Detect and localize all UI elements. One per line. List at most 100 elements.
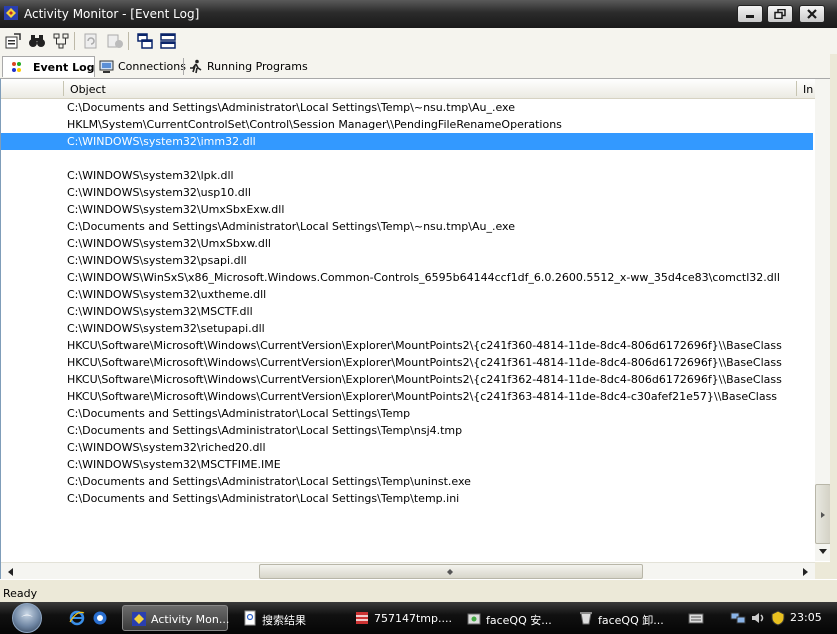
vertical-scrollbar[interactable] — [815, 79, 831, 561]
row-object-path: C:\WINDOWS\system32\UmxSbxExw.dll — [67, 203, 285, 216]
column-header-blank[interactable] — [1, 79, 63, 98]
security-shield-icon[interactable] — [770, 610, 786, 626]
row-object-path: C:\WINDOWS\system32\setupapi.dll — [67, 322, 265, 335]
table-row[interactable]: C:\WINDOWS\system32\uxtheme.dll — [1, 286, 813, 303]
table-row[interactable]: C:\WINDOWS\system32\usp10.dll — [1, 184, 813, 201]
scroll-down-arrow-icon[interactable] — [818, 547, 828, 555]
close-button[interactable] — [799, 5, 825, 23]
list-rows: C:\Documents and Settings\Administrator\… — [1, 99, 813, 507]
title-bar[interactable]: Activity Monitor - [Event Log] — [0, 0, 837, 28]
scroll-left-arrow-icon[interactable] — [7, 567, 15, 577]
table-row[interactable]: C:\WINDOWS\system32\MSCTF.dll — [1, 303, 813, 320]
table-row[interactable]: HKCU\Software\Microsoft\Windows\CurrentV… — [1, 337, 813, 354]
cascade-view-icon[interactable] — [136, 32, 154, 50]
table-row[interactable]: C:\WINDOWS\system32\riched20.dll — [1, 439, 813, 456]
connections-icon — [99, 60, 114, 73]
row-object-path: C:\Documents and Settings\Administrator\… — [67, 424, 463, 437]
running-man-icon — [190, 59, 202, 74]
close-icon — [807, 9, 817, 19]
table-row[interactable]: C:\Documents and Settings\Administrator\… — [1, 405, 813, 422]
taskbar-item-activity-monitor[interactable]: Activity Mon... — [122, 605, 229, 631]
table-row[interactable]: C:\WINDOWS\system32\imm32.dll — [1, 133, 813, 150]
row-object-path: C:\Documents and Settings\Administrator\… — [67, 475, 471, 488]
window-title: Activity Monitor - [Event Log] — [24, 7, 200, 21]
minimize-icon — [746, 15, 754, 18]
toolbar-separator — [128, 32, 129, 50]
table-row[interactable]: C:\Documents and Settings\Administrator\… — [1, 99, 813, 116]
refresh-icon[interactable] — [82, 32, 100, 50]
row-object-path: C:\WINDOWS\system32\riched20.dll — [67, 441, 266, 454]
table-row[interactable]: HKCU\Software\Microsoft\Windows\CurrentV… — [1, 388, 813, 405]
row-object-path: C:\WINDOWS\system32\usp10.dll — [67, 186, 251, 199]
table-row[interactable]: C:\WINDOWS\system32\psapi.dll — [1, 252, 813, 269]
table-row[interactable]: C:\WINDOWS\system32\MSCTFIME.IME — [1, 456, 813, 473]
app-icon — [132, 612, 146, 626]
table-row[interactable]: HKCU\Software\Microsoft\Windows\CurrentV… — [1, 371, 813, 388]
minimize-button[interactable] — [737, 5, 763, 23]
export-icon[interactable] — [106, 32, 124, 50]
setup-icon — [467, 613, 481, 625]
tile-view-icon[interactable] — [159, 32, 177, 50]
taskbar-item-757147tmp[interactable]: 757147tmp.... — [346, 605, 452, 631]
list-header: Object In — [1, 79, 815, 99]
status-text: Ready — [3, 587, 38, 600]
clock: 23:05 — [790, 611, 822, 624]
table-row[interactable]: C:\Documents and Settings\Administrator\… — [1, 473, 813, 490]
row-object-path: C:\Documents and Settings\Administrator\… — [67, 220, 515, 233]
taskbar: Activity Mon... 搜索结果 757147tmp.... faceQ… — [0, 602, 837, 634]
column-header-object[interactable]: Object — [63, 79, 796, 98]
row-object-path: C:\WINDOWS\system32\uxtheme.dll — [67, 288, 267, 301]
tab-connections[interactable]: Connections — [96, 56, 186, 77]
event-log-list[interactable]: Object In C:\Documents and Settings\Admi… — [0, 79, 831, 580]
row-object-path: C:\Documents and Settings\Administrator\… — [67, 407, 411, 420]
properties-icon[interactable] — [4, 32, 22, 50]
table-row[interactable]: C:\Documents and Settings\Administrator\… — [1, 422, 813, 439]
table-row[interactable]: HKLM\System\CurrentControlSet\Control\Se… — [1, 116, 813, 133]
filter-tree-icon[interactable] — [52, 32, 70, 50]
row-object-path: C:\WINDOWS\system32\psapi.dll — [67, 254, 247, 267]
tab-event-log[interactable]: Event Log — [2, 56, 95, 77]
window-border — [830, 54, 837, 602]
table-row[interactable] — [1, 150, 813, 167]
row-object-path: C:\WINDOWS\system32\MSCTF.dll — [67, 305, 253, 318]
table-row[interactable]: C:\WINDOWS\system32\UmxSbxw.dll — [1, 235, 813, 252]
volume-icon[interactable] — [750, 610, 766, 626]
table-row[interactable]: C:\WINDOWS\system32\lpk.dll — [1, 167, 813, 184]
event-log-icon — [12, 62, 21, 72]
toolbar-separator — [74, 32, 75, 50]
status-bar: Ready — [0, 579, 837, 603]
document-search-icon — [244, 610, 256, 626]
grip-icon — [821, 512, 825, 518]
table-row[interactable]: C:\WINDOWS\WinSxS\x86_Microsoft.Windows.… — [1, 269, 813, 286]
horizontal-scrollbar[interactable] — [1, 562, 815, 580]
row-object-path: C:\Documents and Settings\Administrator\… — [67, 101, 515, 114]
network-icon[interactable] — [730, 610, 746, 626]
table-row[interactable]: C:\Documents and Settings\Administrator\… — [1, 490, 813, 507]
table-row[interactable]: C:\WINDOWS\system32\setupapi.dll — [1, 320, 813, 337]
horizontal-scroll-thumb[interactable] — [259, 564, 643, 579]
restore-icon — [774, 9, 786, 19]
table-row[interactable]: HKCU\Software\Microsoft\Windows\CurrentV… — [1, 354, 813, 371]
windows-logo-icon — [21, 614, 33, 617]
taskbar-item-search-results[interactable]: 搜索结果 — [234, 605, 340, 631]
internet-explorer-icon[interactable] — [69, 610, 85, 626]
binoculars-icon[interactable] — [28, 32, 46, 50]
table-row[interactable]: C:\WINDOWS\system32\UmxSbxExw.dll — [1, 201, 813, 218]
row-object-path: C:\WINDOWS\WinSxS\x86_Microsoft.Windows.… — [67, 271, 780, 284]
tab-divider — [183, 58, 184, 75]
column-header-in[interactable]: In — [796, 79, 815, 98]
keyboard-icon[interactable] — [688, 610, 704, 626]
table-row[interactable]: C:\Documents and Settings\Administrator\… — [1, 218, 813, 235]
row-object-path: HKCU\Software\Microsoft\Windows\CurrentV… — [67, 373, 782, 386]
scroll-right-arrow-icon[interactable] — [801, 567, 809, 577]
browser-icon[interactable] — [92, 610, 108, 626]
app-icon — [4, 6, 18, 20]
tab-running-programs[interactable]: Running Programs — [185, 56, 308, 77]
start-button[interactable] — [12, 603, 42, 633]
taskbar-item-faceqq-install[interactable]: faceQQ 安... — [458, 605, 564, 631]
installer-icon — [356, 612, 368, 624]
taskbar-item-faceqq-uninstall[interactable]: faceQQ 卸... — [570, 605, 676, 631]
row-object-path: HKCU\Software\Microsoft\Windows\CurrentV… — [67, 390, 778, 403]
row-object-path: C:\WINDOWS\system32\UmxSbxw.dll — [67, 237, 271, 250]
restore-button[interactable] — [767, 5, 793, 23]
